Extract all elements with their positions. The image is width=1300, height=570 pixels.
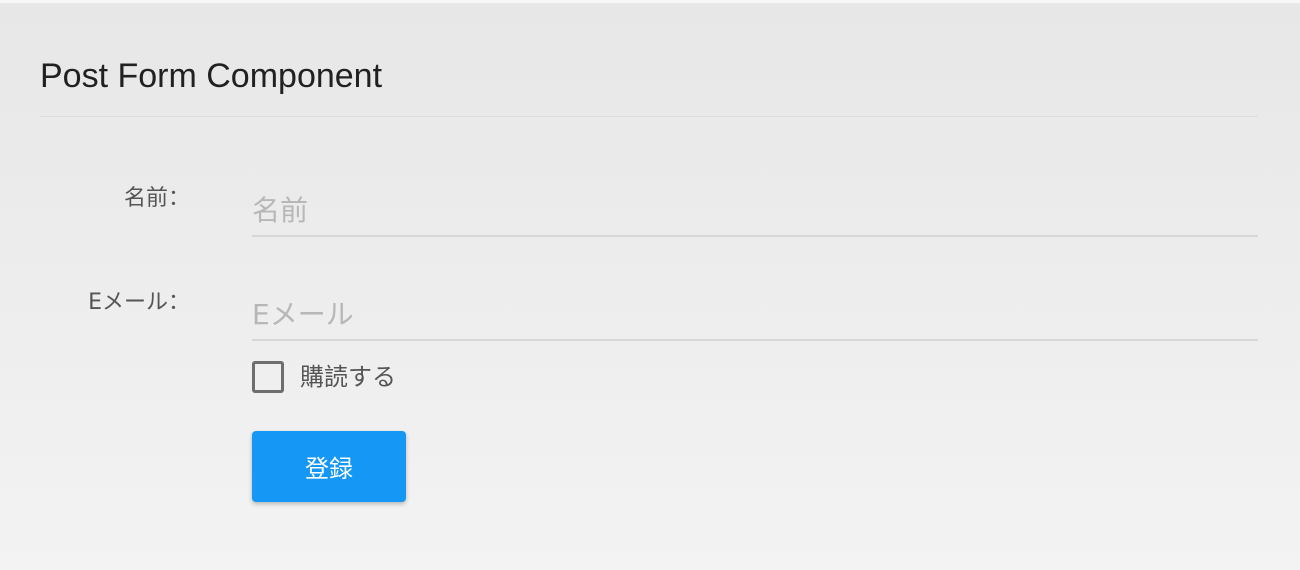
page-title: Post Form Component xyxy=(40,57,383,95)
title-divider xyxy=(40,116,1258,117)
subscribe-label[interactable]: 購読する xyxy=(300,361,396,393)
name-label: 名前： xyxy=(123,186,190,211)
register-button[interactable]: 登録 xyxy=(252,431,406,502)
post-form-panel: Post Form Component 名前： Eメール： 購読する 登録 xyxy=(0,0,1300,570)
name-input[interactable] xyxy=(252,191,1258,237)
subscribe-checkbox-row[interactable]: 購読する xyxy=(252,359,396,395)
email-input[interactable] xyxy=(252,295,1258,341)
subscribe-checkbox[interactable] xyxy=(252,361,284,393)
email-label: Eメール： xyxy=(88,290,190,315)
